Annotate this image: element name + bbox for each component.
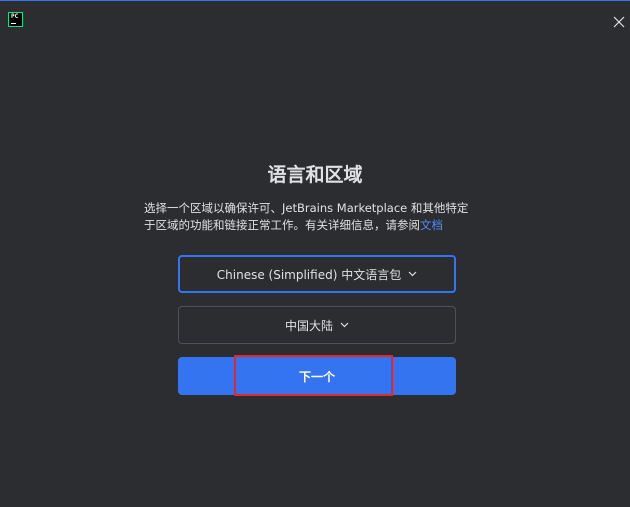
language-dropdown[interactable]: Chinese (Simplified) 中文语言包 xyxy=(178,255,456,293)
description-line-1: 选择一个区域以确保许可、JetBrains Marketplace 和其他特定 xyxy=(144,201,469,215)
region-dropdown-value: 中国大陆 xyxy=(284,318,333,333)
close-icon xyxy=(613,16,625,28)
language-region-dialog: PC 语言和区域 选择一个区域以确保许可、JetBrains Marketpla… xyxy=(0,0,630,507)
docs-link[interactable]: 文档 xyxy=(420,218,443,232)
description-line-2: 于区域的功能和链接正常工作。有关详细信息，请参阅 xyxy=(144,218,420,232)
chevron-down-icon xyxy=(408,271,417,277)
language-dropdown-value: Chinese (Simplified) 中文语言包 xyxy=(216,267,402,282)
next-button[interactable]: 下一个 xyxy=(178,357,456,395)
chevron-down-icon xyxy=(340,322,349,328)
pycharm-logo-icon: PC xyxy=(8,12,23,27)
region-dropdown[interactable]: 中国大陆 xyxy=(178,306,456,344)
app-icon-label: PC xyxy=(11,13,19,20)
next-button-label: 下一个 xyxy=(298,369,335,384)
description-text: 选择一个区域以确保许可、JetBrains Marketplace 和其他特定 … xyxy=(144,200,494,234)
close-button[interactable] xyxy=(612,14,626,28)
page-title: 语言和区域 xyxy=(267,164,363,186)
app-icon-underline xyxy=(11,23,16,24)
